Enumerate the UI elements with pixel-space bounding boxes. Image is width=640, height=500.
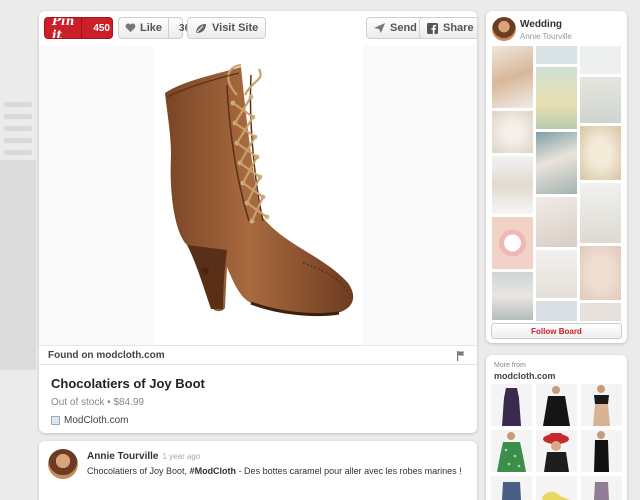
more-from-label: More from xyxy=(494,362,526,369)
share-button[interactable]: Share xyxy=(419,17,477,39)
pin-toolbar: Pin it 450 Like 36 Visit Site Send Share xyxy=(39,11,477,45)
board-thumbnail[interactable] xyxy=(579,245,622,301)
found-on-row[interactable]: Found on modcloth.com xyxy=(39,345,477,365)
found-on-text: Found on modcloth.com xyxy=(48,350,165,361)
comment-hashtag[interactable]: #ModCloth xyxy=(190,466,237,476)
heart-icon xyxy=(125,23,136,33)
leaf-icon xyxy=(196,23,206,33)
more-thumbnail[interactable] xyxy=(491,384,532,426)
visit-site-button[interactable]: Visit Site xyxy=(187,17,267,39)
background-text-lines xyxy=(0,95,36,155)
board-thumbnail[interactable] xyxy=(535,66,578,130)
comment-text-after: - Des bottes caramel pour aller avec les… xyxy=(236,466,462,476)
facebook-icon xyxy=(427,22,438,34)
pin-it-label: Pin it xyxy=(45,18,83,38)
more-thumbnail[interactable] xyxy=(536,430,577,472)
pin-image-area[interactable] xyxy=(39,45,477,345)
send-button[interactable]: Send xyxy=(366,17,425,39)
board-avatar[interactable] xyxy=(492,17,516,41)
send-label: Send xyxy=(390,22,417,34)
favicon-icon xyxy=(51,416,60,425)
board-thumbnail[interactable] xyxy=(535,196,578,248)
comment-text: Chocolatiers of Joy Boot, #ModCloth - De… xyxy=(87,465,467,478)
more-thumbnail[interactable] xyxy=(581,430,622,472)
comment-author-name[interactable]: Annie Tourville xyxy=(87,451,159,462)
board-title[interactable]: Wedding xyxy=(520,19,562,30)
pin-price: Out of stock • $84.99 xyxy=(51,397,144,408)
board-thumbnail[interactable] xyxy=(579,76,622,124)
pin-closeup-card: Pin it 450 Like 36 Visit Site Send Share xyxy=(39,11,477,433)
more-from-source[interactable]: modcloth.com xyxy=(494,371,556,381)
board-thumbnail[interactable] xyxy=(491,155,534,215)
more-thumbnail[interactable] xyxy=(536,384,577,426)
repin-count: 450 xyxy=(93,22,110,34)
board-thumbnail[interactable] xyxy=(579,125,622,181)
pin-source-link[interactable]: ModCloth.com xyxy=(51,415,128,426)
pin-it-button[interactable]: Pin it 450 xyxy=(44,17,113,39)
board-thumbnails[interactable] xyxy=(491,45,622,329)
like-button[interactable]: Like 36 xyxy=(118,17,190,39)
board-thumbnail[interactable] xyxy=(579,182,622,244)
more-from-card: More from modcloth.com xyxy=(486,355,627,500)
pin-source-label: ModCloth.com xyxy=(64,415,129,426)
more-thumbnail[interactable] xyxy=(491,430,532,472)
follow-board-button[interactable]: Follow Board xyxy=(491,323,622,339)
boot-photo[interactable] xyxy=(153,45,363,345)
board-thumbnail[interactable] xyxy=(491,216,534,270)
board-thumbnail[interactable] xyxy=(535,300,578,322)
board-card: Wedding Annie Tourville Follow Board xyxy=(486,11,627,343)
board-thumbnail[interactable] xyxy=(535,45,578,65)
comment-time: 1 year ago xyxy=(162,452,201,461)
board-thumbnail[interactable] xyxy=(535,131,578,195)
comment-text-before: Chocolatiers of Joy Boot, xyxy=(87,466,190,476)
visit-site-label: Visit Site xyxy=(212,22,259,34)
like-label: Like xyxy=(140,22,163,34)
send-icon xyxy=(374,23,385,33)
board-thumbnail[interactable] xyxy=(491,271,534,321)
board-thumbnail[interactable] xyxy=(579,302,622,322)
pin-description-card: Annie Tourville 1 year ago Chocolatiers o… xyxy=(39,441,477,500)
more-thumbnail[interactable] xyxy=(536,476,577,500)
board-thumbnail[interactable] xyxy=(535,249,578,299)
pin-title[interactable]: Chocolatiers of Joy Boot xyxy=(51,376,205,391)
more-thumbnail[interactable] xyxy=(581,384,622,426)
comment-author[interactable]: Annie Tourville 1 year ago xyxy=(87,451,200,462)
board-thumbnail[interactable] xyxy=(491,110,534,154)
board-thumbnail[interactable] xyxy=(579,45,622,75)
avatar[interactable] xyxy=(48,449,78,479)
more-thumbnail[interactable] xyxy=(491,476,532,500)
background-pin-column xyxy=(0,160,36,370)
flag-icon[interactable] xyxy=(457,351,465,361)
more-thumbnail[interactable] xyxy=(581,476,622,500)
board-owner[interactable]: Annie Tourville xyxy=(520,32,572,41)
share-label: Share xyxy=(443,22,474,34)
board-thumbnail[interactable] xyxy=(491,45,534,109)
